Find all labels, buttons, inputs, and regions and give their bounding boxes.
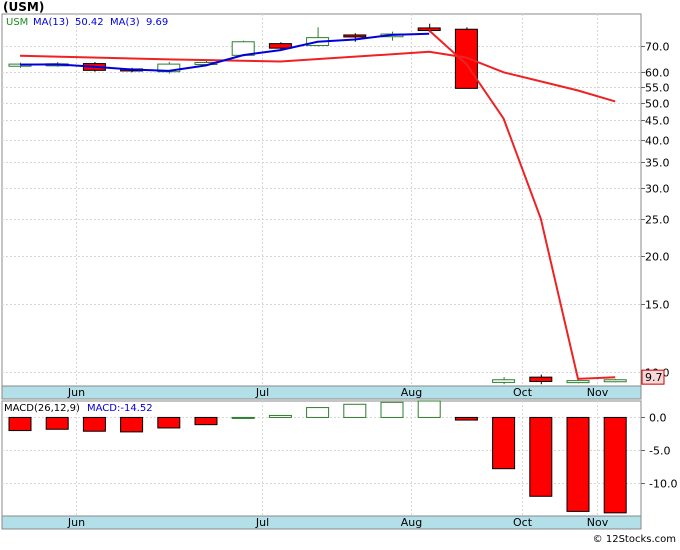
stock-chart: 70.0 60.0 55.0 50.0 45.0 40.0 35.0 30.0 25.0 20.0…: [0, 0, 680, 546]
price-tick-label: 60.0: [645, 67, 670, 80]
candle-body: [492, 379, 516, 383]
macd-value-label: MACD:-14.52: [87, 403, 153, 414]
month-label: Aug: [401, 386, 422, 399]
price-tick-label: 35.0: [645, 157, 670, 170]
macd-bar: [566, 416, 590, 512]
macd-bar: [380, 401, 404, 418]
macd-bar: [529, 416, 553, 497]
macd-tick-label: -10.0: [649, 478, 677, 491]
month-label: Aug: [401, 516, 422, 529]
month-label: Jun: [67, 516, 85, 529]
macd-bar: [306, 407, 330, 418]
candle-body: [603, 379, 627, 383]
macd-bar: [343, 403, 367, 418]
macd-tick-label: 0.0: [649, 412, 667, 425]
candle-body: [417, 27, 441, 32]
chart-canvas: 70.0 60.0 55.0 50.0 45.0 40.0 35.0 30.0 25.0 20.0…: [1, 0, 677, 545]
price-tick-label: 40.0: [645, 135, 670, 148]
macd-bar: [603, 416, 627, 514]
price-tick-label: 45.0: [645, 115, 670, 128]
macd-bar: [417, 400, 441, 418]
price-tick-label: 55.0: [645, 82, 670, 95]
month-label: Oct: [513, 516, 533, 529]
legend-ma-fast-value: 50.42: [75, 17, 104, 28]
macd-bar: [268, 414, 292, 418]
candle-body: [566, 380, 590, 384]
legend-symbol: USM: [6, 17, 28, 28]
month-label: Jun: [67, 386, 85, 399]
candle-body: [529, 376, 553, 383]
price-tick-label: 25.0: [645, 214, 670, 227]
month-label: Oct: [513, 386, 533, 399]
macd-date-band: [1, 515, 642, 530]
macd-bar: [45, 416, 69, 430]
candle-body: [454, 28, 478, 89]
macd-bar: [194, 416, 218, 426]
macd-bar: [231, 416, 255, 419]
macd-bar: [492, 416, 516, 470]
legend-ma-fast-label: MA(13): [33, 17, 69, 28]
candle-body: [343, 34, 367, 38]
month-label: Nov: [587, 516, 609, 529]
chart-title: (USM): [3, 0, 44, 14]
macd-title: MACD(26,12,9): [4, 403, 80, 414]
price-tick-label: 70.0: [645, 41, 670, 54]
macd-bar: [454, 416, 478, 421]
month-label: Jul: [255, 386, 269, 399]
macd-bar: [120, 416, 144, 433]
macd-bar: [157, 416, 181, 429]
price-tick-label: 15.0: [645, 299, 670, 312]
price-tick-label: 20.0: [645, 251, 670, 264]
legend-ma-slow-value: 9.69: [146, 17, 168, 28]
footer-credit: © 12Stocks.com: [593, 534, 676, 545]
price-panel-border: [1, 13, 642, 400]
macd-tick-label: -5.0: [649, 445, 670, 458]
last-price-label: 9.7: [645, 371, 663, 384]
price-tick-label: 50.0: [645, 98, 670, 111]
macd-bar: [8, 416, 32, 432]
macd-bar: [82, 416, 106, 432]
month-label: Nov: [587, 386, 609, 399]
price-tick-label: 30.0: [645, 183, 670, 196]
price-date-band: [1, 385, 642, 400]
legend-ma-slow-label: MA(3): [110, 17, 140, 28]
month-label: Jul: [255, 516, 269, 529]
